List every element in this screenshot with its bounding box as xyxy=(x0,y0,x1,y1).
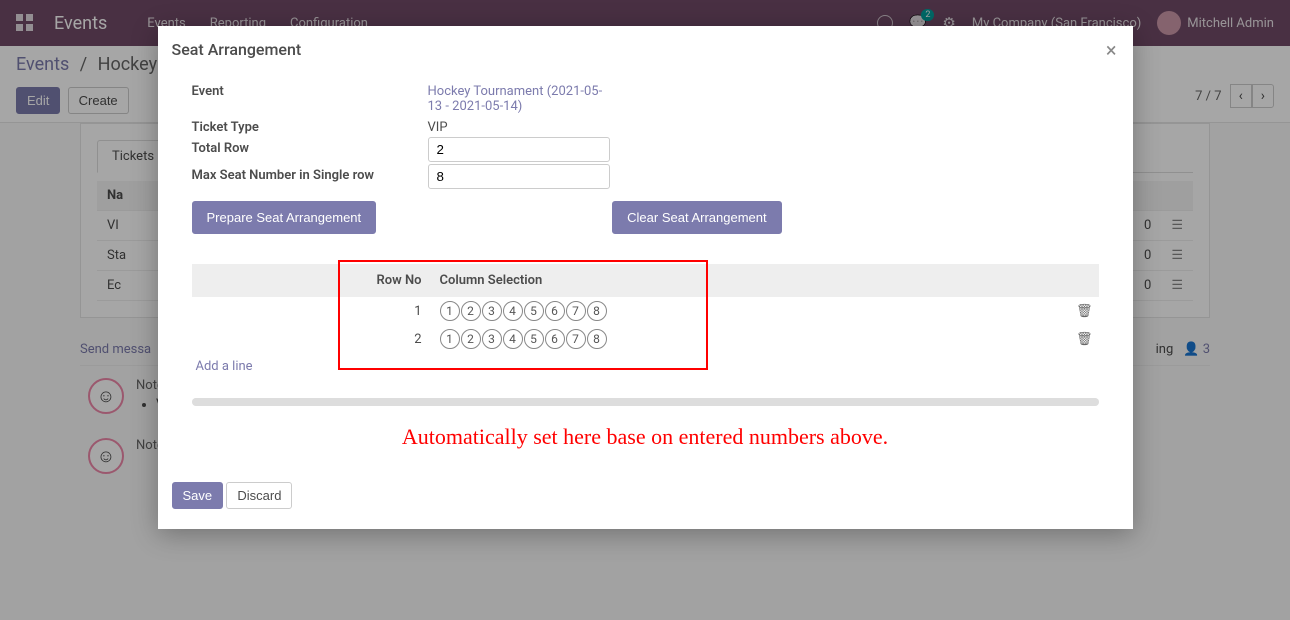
save-button[interactable]: Save xyxy=(172,482,224,509)
horizontal-scrollbar[interactable] xyxy=(192,398,1099,406)
seat-toggle[interactable]: 7 xyxy=(566,301,586,321)
seat-cells: 12345678 xyxy=(434,297,1069,325)
seat-toggle[interactable]: 6 xyxy=(545,301,565,321)
max-seat-input[interactable] xyxy=(428,164,610,189)
value-ticket-type: VIP xyxy=(428,116,1099,135)
seat-arrangement-modal: Seat Arrangement × Event Hockey Tourname… xyxy=(158,26,1133,529)
clear-seat-button[interactable]: Clear Seat Arrangement xyxy=(612,201,781,234)
seat-toggle[interactable]: 8 xyxy=(587,329,607,349)
modal-title: Seat Arrangement xyxy=(172,40,302,59)
seat-toggle[interactable]: 4 xyxy=(503,329,523,349)
col-row-no: Row No xyxy=(192,264,434,297)
total-row-input[interactable] xyxy=(428,137,610,162)
prepare-seat-button[interactable]: Prepare Seat Arrangement xyxy=(192,201,377,234)
row-number: 1 xyxy=(192,297,434,325)
seat-cells: 12345678 xyxy=(434,325,1069,353)
seat-row: 212345678🗑 xyxy=(192,325,1099,353)
seat-toggle[interactable]: 6 xyxy=(545,329,565,349)
seat-toggle[interactable]: 2 xyxy=(461,301,481,321)
seat-toggle[interactable]: 3 xyxy=(482,329,502,349)
seat-toggle[interactable]: 5 xyxy=(524,329,544,349)
label-ticket-type: Ticket Type xyxy=(192,116,428,135)
label-event: Event xyxy=(192,80,428,114)
trash-icon[interactable]: 🗑 xyxy=(1076,332,1093,347)
seat-toggle[interactable]: 4 xyxy=(503,301,523,321)
seat-toggle[interactable]: 8 xyxy=(587,301,607,321)
col-column-selection: Column Selection xyxy=(434,264,1069,297)
discard-button[interactable]: Discard xyxy=(226,482,292,509)
annotation-text: Automatically set here base on entered n… xyxy=(192,424,1099,450)
row-number: 2 xyxy=(192,325,434,353)
label-max-seat: Max Seat Number in Single row xyxy=(192,164,428,189)
seat-toggle[interactable]: 1 xyxy=(440,329,460,349)
trash-icon[interactable]: 🗑 xyxy=(1076,304,1093,319)
value-event[interactable]: Hockey Tournament (2021-05-13 - 2021-05-… xyxy=(428,80,608,114)
modal-overlay[interactable]: Seat Arrangement × Event Hockey Tourname… xyxy=(0,0,1290,620)
add-line-link[interactable]: Add a line xyxy=(192,353,1099,380)
close-icon[interactable]: × xyxy=(1106,40,1117,60)
seat-toggle[interactable]: 3 xyxy=(482,301,502,321)
seat-toggle[interactable]: 2 xyxy=(461,329,481,349)
seat-toggle[interactable]: 1 xyxy=(440,301,460,321)
label-total-row: Total Row xyxy=(192,137,428,162)
seat-toggle[interactable]: 5 xyxy=(524,301,544,321)
seat-table: Row No Column Selection 112345678🗑212345… xyxy=(192,264,1099,353)
seat-row: 112345678🗑 xyxy=(192,297,1099,325)
seat-toggle[interactable]: 7 xyxy=(566,329,586,349)
